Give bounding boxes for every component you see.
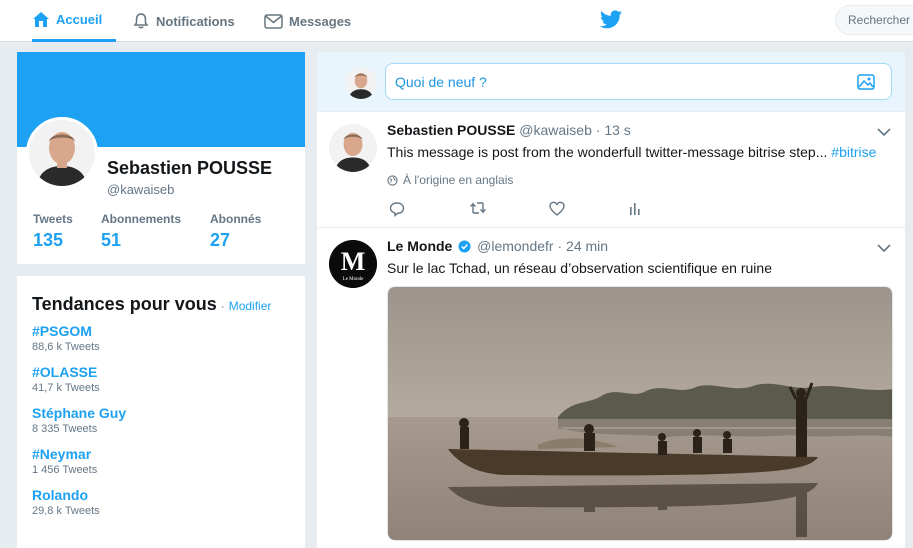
stat-following[interactable]: Abonnements 51 bbox=[101, 212, 181, 251]
chevron-down-icon[interactable] bbox=[877, 124, 891, 142]
trends-title: Tendances pour vous bbox=[32, 294, 217, 314]
lemonde-logo-text: Le Monde bbox=[343, 277, 364, 282]
tweet-text: Sur le lac Tchad, un réseau d’observatio… bbox=[387, 260, 772, 276]
tweet-composer: Quoi de neuf ? bbox=[317, 52, 905, 112]
trends-module: Tendances pour vous · Modifier #PSGOM 88… bbox=[17, 276, 305, 548]
stat-following-value: 51 bbox=[101, 230, 122, 250]
tweet-header: Sebastien POUSSE @kawaiseb · 13 s bbox=[387, 122, 631, 138]
analytics-icon[interactable] bbox=[629, 201, 641, 220]
trend-name: #Neymar bbox=[32, 446, 92, 462]
top-navigation-bar: Accueil Notifications Messages Recherche… bbox=[0, 0, 913, 42]
trend-count: 88,6 k Tweets bbox=[32, 341, 100, 353]
trend-name: Stéphane Guy bbox=[32, 405, 127, 421]
reply-icon[interactable] bbox=[389, 201, 405, 222]
add-photo-icon[interactable] bbox=[857, 74, 875, 93]
nav-notifications-label: Notifications bbox=[156, 13, 235, 29]
stat-followers[interactable]: Abonnés 27 bbox=[210, 212, 261, 251]
composer-avatar[interactable] bbox=[345, 67, 377, 99]
tweet-hashtag[interactable]: #bitrise bbox=[831, 144, 876, 160]
nav-home-label: Accueil bbox=[56, 12, 103, 27]
twitter-bird-icon[interactable] bbox=[600, 10, 622, 34]
stat-tweets-label: Tweets bbox=[33, 212, 73, 226]
tweet-author-handle[interactable]: @lemondefr bbox=[477, 238, 553, 254]
globe-icon bbox=[387, 174, 398, 186]
nav-notifications-tab[interactable]: Notifications bbox=[132, 0, 235, 42]
timeline: Quoi de neuf ? Sebastien POUSSE @kawaise… bbox=[317, 52, 905, 548]
tweet-timestamp[interactable]: 24 min bbox=[566, 238, 608, 254]
trend-count: 1 456 Tweets bbox=[32, 464, 98, 476]
tweet[interactable]: M Le Monde Le Monde @lemondefr · 24 min … bbox=[317, 228, 905, 548]
trends-separator: · bbox=[220, 299, 225, 313]
tweet-timestamp[interactable]: 13 s bbox=[604, 122, 630, 138]
trend-item[interactable]: #OLASSE 41,7 k Tweets bbox=[32, 364, 290, 396]
tweet-media-image[interactable] bbox=[387, 286, 893, 541]
tweet-body: This message is post from the wonderfull… bbox=[387, 144, 828, 160]
stat-tweets-value: 135 bbox=[33, 230, 64, 250]
home-icon bbox=[32, 11, 50, 29]
trend-count: 8 335 Tweets bbox=[32, 423, 98, 435]
nav-messages-label: Messages bbox=[289, 13, 352, 29]
trends-edit-link[interactable]: Modifier bbox=[229, 299, 272, 313]
chevron-down-icon[interactable] bbox=[877, 240, 891, 258]
trend-name: #PSGOM bbox=[32, 323, 92, 339]
tweet-text: This message is post from the wonderfull… bbox=[387, 144, 876, 160]
stat-followers-label: Abonnés bbox=[210, 212, 262, 226]
tweet-author-name[interactable]: Sebastien POUSSE bbox=[387, 122, 515, 138]
tweet-author-handle[interactable]: @kawaiseb bbox=[519, 122, 592, 138]
profile-card: Sebastien POUSSE @kawaiseb Tweets 135 Ab… bbox=[17, 52, 305, 264]
tweet-separator: · bbox=[557, 238, 563, 254]
tweet-header: Le Monde @lemondefr · 24 min bbox=[387, 238, 608, 256]
stat-following-label: Abonnements bbox=[101, 212, 182, 226]
like-icon[interactable] bbox=[549, 201, 565, 221]
compose-placeholder: Quoi de neuf ? bbox=[395, 74, 487, 90]
search-input[interactable]: Rechercher bbox=[835, 5, 913, 35]
stat-tweets[interactable]: Tweets 135 bbox=[33, 212, 73, 251]
trend-name: #OLASSE bbox=[32, 364, 98, 380]
trends-header: Tendances pour vous · Modifier bbox=[32, 294, 290, 315]
svg-text:M: M bbox=[341, 247, 366, 276]
compose-input[interactable]: Quoi de neuf ? bbox=[385, 63, 892, 100]
profile-name[interactable]: Sebastien POUSSE bbox=[107, 158, 272, 179]
translation-label: À l'origine en anglais bbox=[403, 173, 514, 187]
trend-item[interactable]: Rolando 29,8 k Tweets bbox=[32, 487, 290, 519]
tweet-separator: · bbox=[595, 122, 601, 138]
nav-messages-tab[interactable]: Messages bbox=[264, 0, 351, 42]
tweet-avatar[interactable] bbox=[329, 124, 377, 172]
trend-item[interactable]: Stéphane Guy 8 335 Tweets bbox=[32, 405, 290, 437]
verified-badge-icon bbox=[458, 240, 471, 256]
stat-followers-value: 27 bbox=[210, 230, 231, 250]
trend-item[interactable]: #Neymar 1 456 Tweets bbox=[32, 446, 290, 478]
trend-name: Rolando bbox=[32, 487, 88, 503]
translation-notice[interactable]: À l'origine en anglais bbox=[387, 173, 513, 187]
envelope-icon bbox=[264, 13, 283, 29]
bell-icon bbox=[132, 12, 150, 30]
retweet-icon[interactable] bbox=[469, 201, 487, 220]
trend-count: 41,7 k Tweets bbox=[32, 382, 100, 394]
trend-count: 29,8 k Tweets bbox=[32, 505, 100, 517]
lemonde-avatar[interactable]: M Le Monde bbox=[329, 240, 377, 288]
profile-avatar[interactable] bbox=[26, 117, 98, 189]
tweet-author-name[interactable]: Le Monde bbox=[387, 238, 452, 254]
trend-item[interactable]: #PSGOM 88,6 k Tweets bbox=[32, 323, 290, 355]
tweet[interactable]: Sebastien POUSSE @kawaiseb · 13 s This m… bbox=[317, 112, 905, 228]
nav-home-tab[interactable]: Accueil bbox=[32, 0, 117, 42]
profile-handle[interactable]: @kawaiseb bbox=[107, 182, 174, 197]
